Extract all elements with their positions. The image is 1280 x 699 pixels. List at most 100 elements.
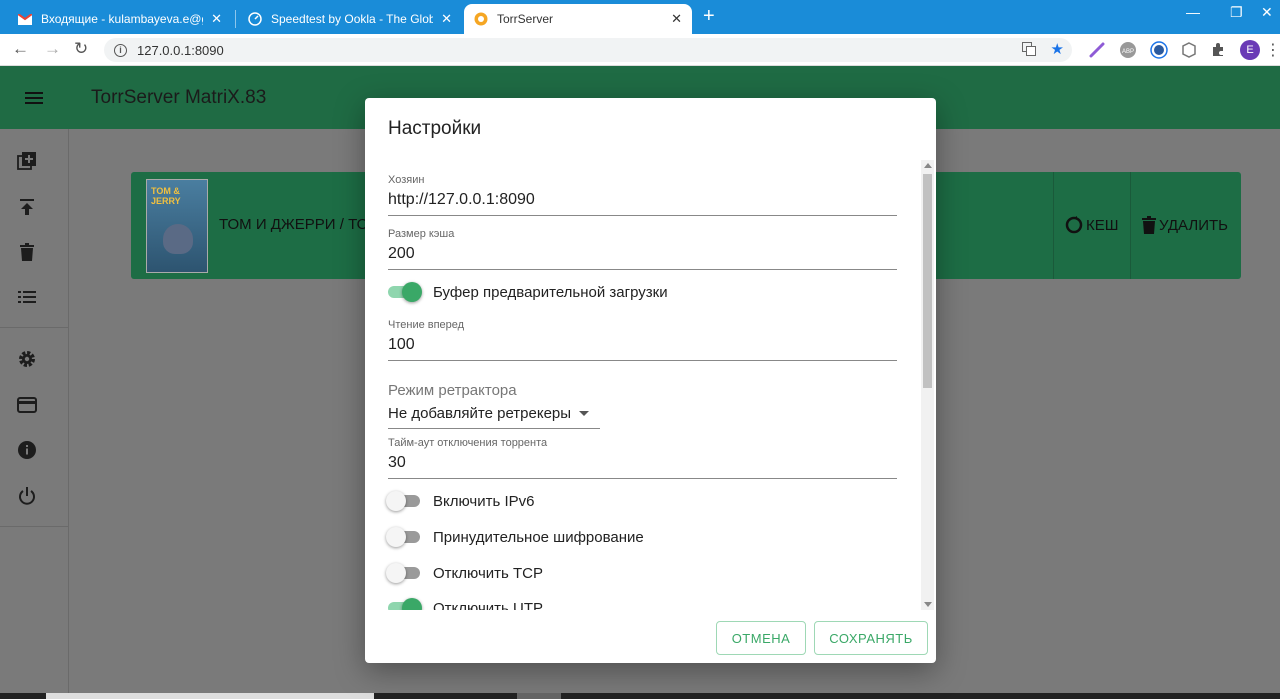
timeout-input[interactable]: 30	[388, 454, 897, 479]
scrollbar-thumb[interactable]	[923, 174, 932, 388]
tab-title: TorrServer	[497, 12, 554, 26]
taskbar-strip	[0, 693, 1280, 699]
restore-icon[interactable]: ❐	[1230, 4, 1243, 21]
disable-tcp-label: Отключить TCP	[433, 564, 543, 582]
power-icon[interactable]	[17, 486, 37, 506]
delete-icon[interactable]	[17, 242, 37, 262]
puzzle-extensions-icon[interactable]	[1209, 41, 1227, 59]
host-label: Хозяин	[388, 174, 425, 186]
torrent-title: ТОМ И ДЖЕРРИ / ТО	[219, 216, 369, 233]
forward-icon[interactable]: →	[44, 39, 61, 59]
preload-buffer-row[interactable]: Буфер предварительной загрузки	[386, 282, 668, 302]
tab-title: Входящие - kulambayeva.e@gm	[41, 12, 204, 26]
disable-tcp-row[interactable]: Отключить TCP	[386, 563, 543, 583]
dialog-title: Настройки	[388, 118, 482, 139]
encryption-label: Принудительное шифрование	[433, 528, 644, 546]
poster-text: TOM & JERRY	[151, 186, 181, 206]
close-tab-icon[interactable]: ✕	[441, 11, 452, 27]
card-divider	[1130, 172, 1131, 279]
tab-title: Speedtest by Ookla - The Global	[271, 12, 434, 26]
delete-label: УДАЛИТЬ	[1159, 216, 1228, 234]
disable-utp-row[interactable]: Отключить UTP	[386, 598, 543, 610]
download-extension-icon[interactable]	[1150, 41, 1168, 59]
retracker-select[interactable]: Не добавляйте ретрекеры	[388, 405, 600, 429]
encryption-row[interactable]: Принудительное шифрование	[386, 527, 644, 547]
retracker-value: Не добавляйте ретрекеры	[388, 405, 572, 422]
shield-extension-icon[interactable]	[1180, 41, 1198, 59]
minimize-icon[interactable]: —	[1186, 4, 1200, 20]
read-ahead-label: Чтение вперед	[388, 319, 465, 331]
torrent-poster: TOM & JERRY	[146, 179, 208, 273]
close-tab-icon[interactable]: ✕	[671, 11, 682, 27]
adblock-text: ABP	[1122, 49, 1134, 55]
url-bar[interactable]: i 127.0.0.1:8090 ★	[104, 38, 1072, 62]
disable-utp-label: Отключить UTP	[433, 599, 543, 611]
cache-size-input[interactable]: 200	[388, 245, 897, 270]
list-icon[interactable]	[17, 287, 37, 307]
delete-button[interactable]: УДАЛИТЬ	[1142, 216, 1228, 234]
ipv6-row[interactable]: Включить IPv6	[386, 491, 534, 511]
gmail-icon	[18, 12, 32, 26]
tab-separator	[235, 10, 236, 28]
site-info-icon[interactable]: i	[114, 43, 127, 57]
tab-gmail[interactable]: Входящие - kulambayeva.e@gm ✕	[8, 4, 232, 34]
close-tab-icon[interactable]: ✕	[211, 11, 222, 27]
card-icon[interactable]	[17, 395, 37, 415]
disable-utp-switch[interactable]	[386, 598, 422, 610]
scroll-up-arrow-icon[interactable]	[924, 163, 932, 168]
read-ahead-input[interactable]: 100	[388, 336, 897, 361]
torrserver-icon	[474, 12, 488, 26]
sidebar-divider	[0, 327, 69, 328]
cancel-button[interactable]: ОТМЕНА	[716, 621, 806, 655]
reload-icon[interactable]: ↻	[74, 39, 88, 59]
cache-label: КЕШ	[1086, 216, 1119, 234]
dialog-scrollbar[interactable]	[921, 160, 934, 610]
profile-avatar[interactable]: E	[1240, 40, 1260, 60]
retracker-label: Режим ретрактора	[388, 382, 517, 399]
encryption-switch[interactable]	[386, 527, 422, 547]
bookmark-star-icon[interactable]: ★	[1051, 40, 1064, 58]
settings-gear-icon[interactable]	[17, 349, 37, 369]
back-icon[interactable]: ←	[12, 39, 29, 59]
save-button[interactable]: СОХРАНЯТЬ	[814, 621, 928, 655]
sidebar	[0, 129, 69, 693]
cache-size-field[interactable]: Размер кэша 200	[388, 228, 897, 270]
more-menu-icon[interactable]: ⋮	[1264, 41, 1280, 59]
address-toolbar: ← → ↻ i 127.0.0.1:8090 ★ ABP E ⋮	[0, 34, 1280, 66]
scroll-down-arrow-icon[interactable]	[924, 602, 932, 607]
timeout-field[interactable]: Тайм-аут отключения торрента 30	[388, 437, 897, 479]
add-torrent-icon[interactable]	[17, 151, 37, 171]
speedtest-icon	[248, 12, 262, 26]
close-window-icon[interactable]: ✕	[1261, 4, 1273, 21]
dialog-body: Хозяин http://127.0.0.1:8090 Размер кэша…	[365, 158, 936, 610]
sidebar-divider	[0, 526, 69, 527]
upload-icon[interactable]	[17, 197, 37, 217]
adblock-extension-icon[interactable]: ABP	[1119, 41, 1137, 59]
card-divider	[1053, 172, 1054, 279]
taskbar-segment	[517, 693, 561, 699]
browser-tab-bar: Входящие - kulambayeva.e@gm ✕ Speedtest …	[0, 0, 1280, 34]
app-title: TorrServer MatriX.83	[91, 87, 267, 108]
settings-dialog: Настройки Хозяин http://127.0.0.1:8090 Р…	[365, 98, 936, 663]
tab-speedtest[interactable]: Speedtest by Ookla - The Global ✕	[238, 4, 462, 34]
info-icon[interactable]	[17, 440, 37, 460]
tab-torrserver[interactable]: TorrServer ✕	[464, 4, 692, 34]
poster-figure	[163, 224, 193, 254]
pen-extension-icon[interactable]	[1088, 41, 1106, 59]
host-field[interactable]: Хозяин http://127.0.0.1:8090	[388, 174, 897, 216]
taskbar-segment	[46, 693, 374, 699]
preload-buffer-label: Буфер предварительной загрузки	[433, 283, 668, 301]
host-input[interactable]: http://127.0.0.1:8090	[388, 191, 897, 216]
read-ahead-field[interactable]: Чтение вперед 100	[388, 319, 897, 361]
hamburger-menu-icon[interactable]	[25, 92, 43, 104]
cache-button[interactable]: КЕШ	[1065, 216, 1119, 234]
new-tab-icon[interactable]: +	[703, 5, 715, 27]
dropdown-caret-icon	[579, 411, 590, 416]
cache-refresh-icon	[1065, 216, 1083, 234]
disable-tcp-switch[interactable]	[386, 563, 422, 583]
ipv6-switch[interactable]	[386, 491, 422, 511]
cache-size-label: Размер кэша	[388, 228, 455, 240]
url-text: 127.0.0.1:8090	[137, 42, 224, 58]
translate-icon[interactable]	[1022, 42, 1036, 59]
preload-buffer-switch[interactable]	[386, 282, 422, 302]
